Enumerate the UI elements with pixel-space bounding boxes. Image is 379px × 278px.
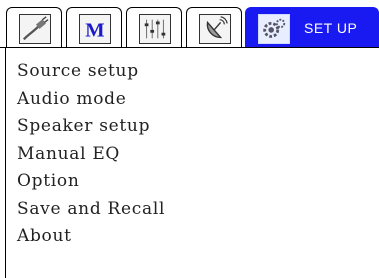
tab-setup[interactable]: SET UP: [245, 7, 379, 47]
gear-icon: [258, 14, 290, 44]
tab-mode[interactable]: M: [66, 7, 122, 47]
equalizer-icon: [139, 14, 171, 44]
m-logo-letter: M: [85, 19, 104, 41]
tab-equalizer[interactable]: [126, 7, 182, 47]
tab-setup-label: SET UP: [304, 20, 358, 36]
menu-item-manual-eq[interactable]: Manual EQ: [17, 141, 165, 169]
setup-menu: Source setup Audio mode Speaker setup Ma…: [17, 58, 165, 251]
tab-signal[interactable]: [186, 7, 242, 47]
menu-item-save-and-recall[interactable]: Save and Recall: [17, 196, 165, 224]
menu-item-speaker-setup[interactable]: Speaker setup: [17, 113, 165, 141]
menu-item-audio-mode[interactable]: Audio mode: [17, 86, 165, 114]
tab-bar: M SET UP: [0, 0, 379, 48]
m-logo-icon: M: [79, 14, 111, 44]
tab-input[interactable]: [6, 7, 62, 47]
menu-item-about[interactable]: About: [17, 223, 165, 251]
cable-icon: [19, 14, 51, 44]
panel-left-border: [5, 47, 6, 278]
tab-divider: [0, 47, 379, 48]
menu-item-source-setup[interactable]: Source setup: [17, 58, 165, 86]
menu-item-option[interactable]: Option: [17, 168, 165, 196]
satellite-dish-icon: [199, 14, 231, 44]
